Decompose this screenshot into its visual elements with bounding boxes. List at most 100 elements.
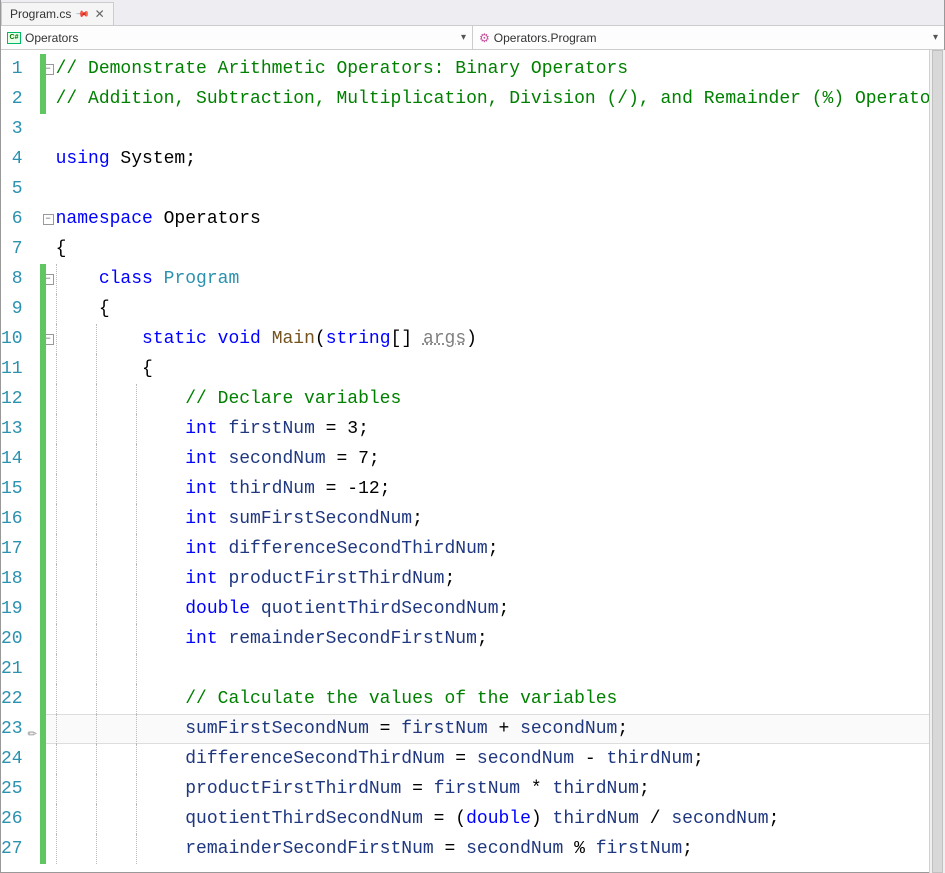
code-line[interactable]: sumFirstSecondNum = firstNum + secondNum… — [54, 714, 945, 744]
code-line[interactable]: // Addition, Subtraction, Multiplication… — [54, 84, 945, 114]
code-text: double quotientThirdSecondNum; — [56, 599, 510, 619]
line-number: 25 — [1, 774, 23, 804]
code-line[interactable]: int differenceSecondThirdNum; — [54, 534, 945, 564]
indent-guide — [96, 564, 97, 594]
indent-guide — [56, 414, 57, 444]
fold-toggle[interactable]: − — [43, 214, 54, 225]
indent-guide — [96, 414, 97, 444]
change-indicator — [40, 384, 46, 414]
change-indicator — [40, 504, 46, 534]
indent-guide — [136, 564, 137, 594]
indent-guide — [96, 714, 97, 744]
code-text: // Demonstrate Arithmetic Operators: Bin… — [56, 59, 629, 79]
code-line[interactable]: using System; — [54, 144, 945, 174]
code-line[interactable]: int secondNum = 7; — [54, 444, 945, 474]
line-number: 5 — [1, 174, 23, 204]
change-indicator — [40, 414, 46, 444]
code-line[interactable]: // Demonstrate Arithmetic Operators: Bin… — [54, 54, 945, 84]
line-number: 11 — [1, 354, 23, 384]
indent-guide — [96, 534, 97, 564]
indent-guide — [96, 624, 97, 654]
code-line[interactable]: class Program — [54, 264, 945, 294]
code-area[interactable]: // Demonstrate Arithmetic Operators: Bin… — [54, 50, 945, 872]
code-line[interactable]: { — [54, 234, 945, 264]
indent-guide — [56, 834, 57, 864]
code-line[interactable]: // Declare variables — [54, 384, 945, 414]
pin-icon[interactable]: 📌 — [75, 6, 91, 22]
indent-guide — [136, 834, 137, 864]
line-number: 6 — [1, 204, 23, 234]
change-indicator — [40, 324, 46, 354]
code-line[interactable] — [54, 654, 945, 684]
code-text: int remainderSecondFirstNum; — [56, 629, 488, 649]
indent-guide — [136, 534, 137, 564]
namespace-label: Operators — [25, 31, 78, 45]
chevron-down-icon: ▾ — [933, 32, 938, 43]
code-line[interactable] — [54, 114, 945, 144]
csharp-file-icon: C# — [7, 32, 21, 44]
code-text: class Program — [56, 269, 240, 289]
code-line[interactable]: int sumFirstSecondNum; — [54, 504, 945, 534]
code-text: // Declare variables — [56, 389, 402, 409]
code-text: productFirstThirdNum = firstNum * thirdN… — [56, 779, 650, 799]
close-icon[interactable]: ✕ — [95, 8, 105, 20]
code-text: using System; — [56, 149, 196, 169]
document-tab[interactable]: Program.cs 📌 ✕ — [1, 2, 114, 25]
indent-guide — [56, 744, 57, 774]
code-line[interactable]: int thirdNum = -12; — [54, 474, 945, 504]
indent-guide — [136, 384, 137, 414]
code-line[interactable]: { — [54, 294, 945, 324]
change-indicator — [40, 354, 46, 384]
code-line[interactable]: differenceSecondThirdNum = secondNum - t… — [54, 744, 945, 774]
code-text: int thirdNum = -12; — [56, 479, 391, 499]
indent-guide — [136, 714, 137, 744]
code-line[interactable]: namespace Operators — [54, 204, 945, 234]
line-number: 8 — [1, 264, 23, 294]
code-line[interactable] — [54, 174, 945, 204]
indent-guide — [96, 324, 97, 354]
code-line[interactable]: double quotientThirdSecondNum; — [54, 594, 945, 624]
indent-guide — [56, 504, 57, 534]
tab-label: Program.cs — [10, 7, 71, 21]
line-number: 13 — [1, 414, 23, 444]
code-editor[interactable]: 1234567891011121314151617181920212223✎24… — [1, 50, 944, 872]
code-line[interactable]: int firstNum = 3; — [54, 414, 945, 444]
indent-guide — [136, 444, 137, 474]
line-number: 19 — [1, 594, 23, 624]
code-line[interactable]: // Calculate the values of the variables — [54, 684, 945, 714]
class-icon: ⚙ — [479, 31, 490, 45]
indent-guide — [136, 474, 137, 504]
fold-cell — [43, 174, 54, 204]
indent-guide — [96, 654, 97, 684]
code-text: int productFirstThirdNum; — [56, 569, 456, 589]
scrollbar-thumb[interactable] — [932, 50, 943, 873]
indent-guide — [56, 294, 57, 324]
code-text: // Calculate the values of the variables — [56, 689, 618, 709]
class-dropdown[interactable]: ⚙ Operators.Program ▾ — [473, 26, 944, 49]
code-line[interactable]: remainderSecondFirstNum = secondNum % fi… — [54, 834, 945, 864]
change-indicator — [40, 564, 46, 594]
indent-guide — [96, 444, 97, 474]
line-number: 22 — [1, 684, 23, 714]
change-indicator — [40, 714, 46, 744]
indent-guide — [96, 684, 97, 714]
indent-guide — [96, 384, 97, 414]
code-line[interactable]: productFirstThirdNum = firstNum * thirdN… — [54, 774, 945, 804]
indent-guide — [136, 504, 137, 534]
code-line[interactable]: int productFirstThirdNum; — [54, 564, 945, 594]
code-line[interactable]: { — [54, 354, 945, 384]
code-line[interactable]: quotientThirdSecondNum = (double) thirdN… — [54, 804, 945, 834]
code-text: static void Main(string[] args) — [56, 329, 477, 349]
code-text: { — [56, 239, 67, 259]
line-number: 16 — [1, 504, 23, 534]
code-text: int differenceSecondThirdNum; — [56, 539, 499, 559]
line-number: 18 — [1, 564, 23, 594]
vertical-scrollbar[interactable] — [929, 50, 945, 873]
namespace-dropdown[interactable]: C# Operators ▾ — [1, 26, 473, 49]
indent-guide — [136, 594, 137, 624]
indent-guide — [136, 684, 137, 714]
navigation-bar: C# Operators ▾ ⚙ Operators.Program ▾ — [1, 26, 944, 50]
line-number: 23✎ — [1, 714, 23, 744]
code-line[interactable]: static void Main(string[] args) — [54, 324, 945, 354]
code-line[interactable]: int remainderSecondFirstNum; — [54, 624, 945, 654]
